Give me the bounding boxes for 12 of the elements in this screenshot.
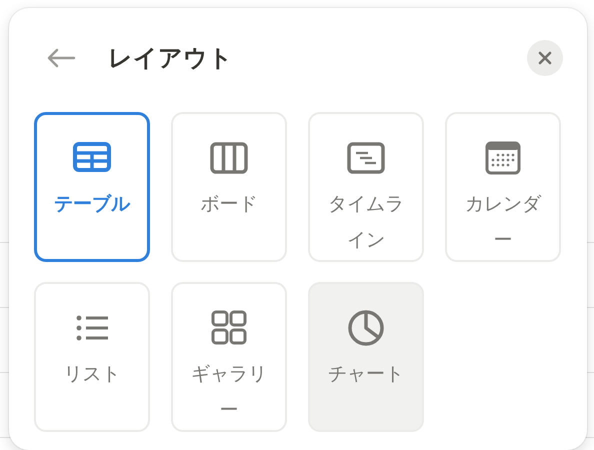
layout-option[interactable]: カレンダー — [445, 112, 561, 262]
close-button[interactable] — [527, 40, 563, 76]
layout-option[interactable]: ボード — [171, 112, 287, 262]
layout-option[interactable]: リスト — [34, 282, 150, 432]
layout-option[interactable]: チャート — [308, 282, 424, 432]
close-icon — [538, 51, 552, 65]
layout-option[interactable]: ギャラリー — [171, 282, 287, 432]
layout-option[interactable]: タイムライン — [308, 112, 424, 262]
layout-option[interactable]: テーブル — [34, 112, 150, 262]
back-arrow-icon[interactable] — [46, 48, 76, 68]
panel-title: レイアウト — [108, 43, 234, 74]
pie-chart-icon — [346, 308, 386, 348]
